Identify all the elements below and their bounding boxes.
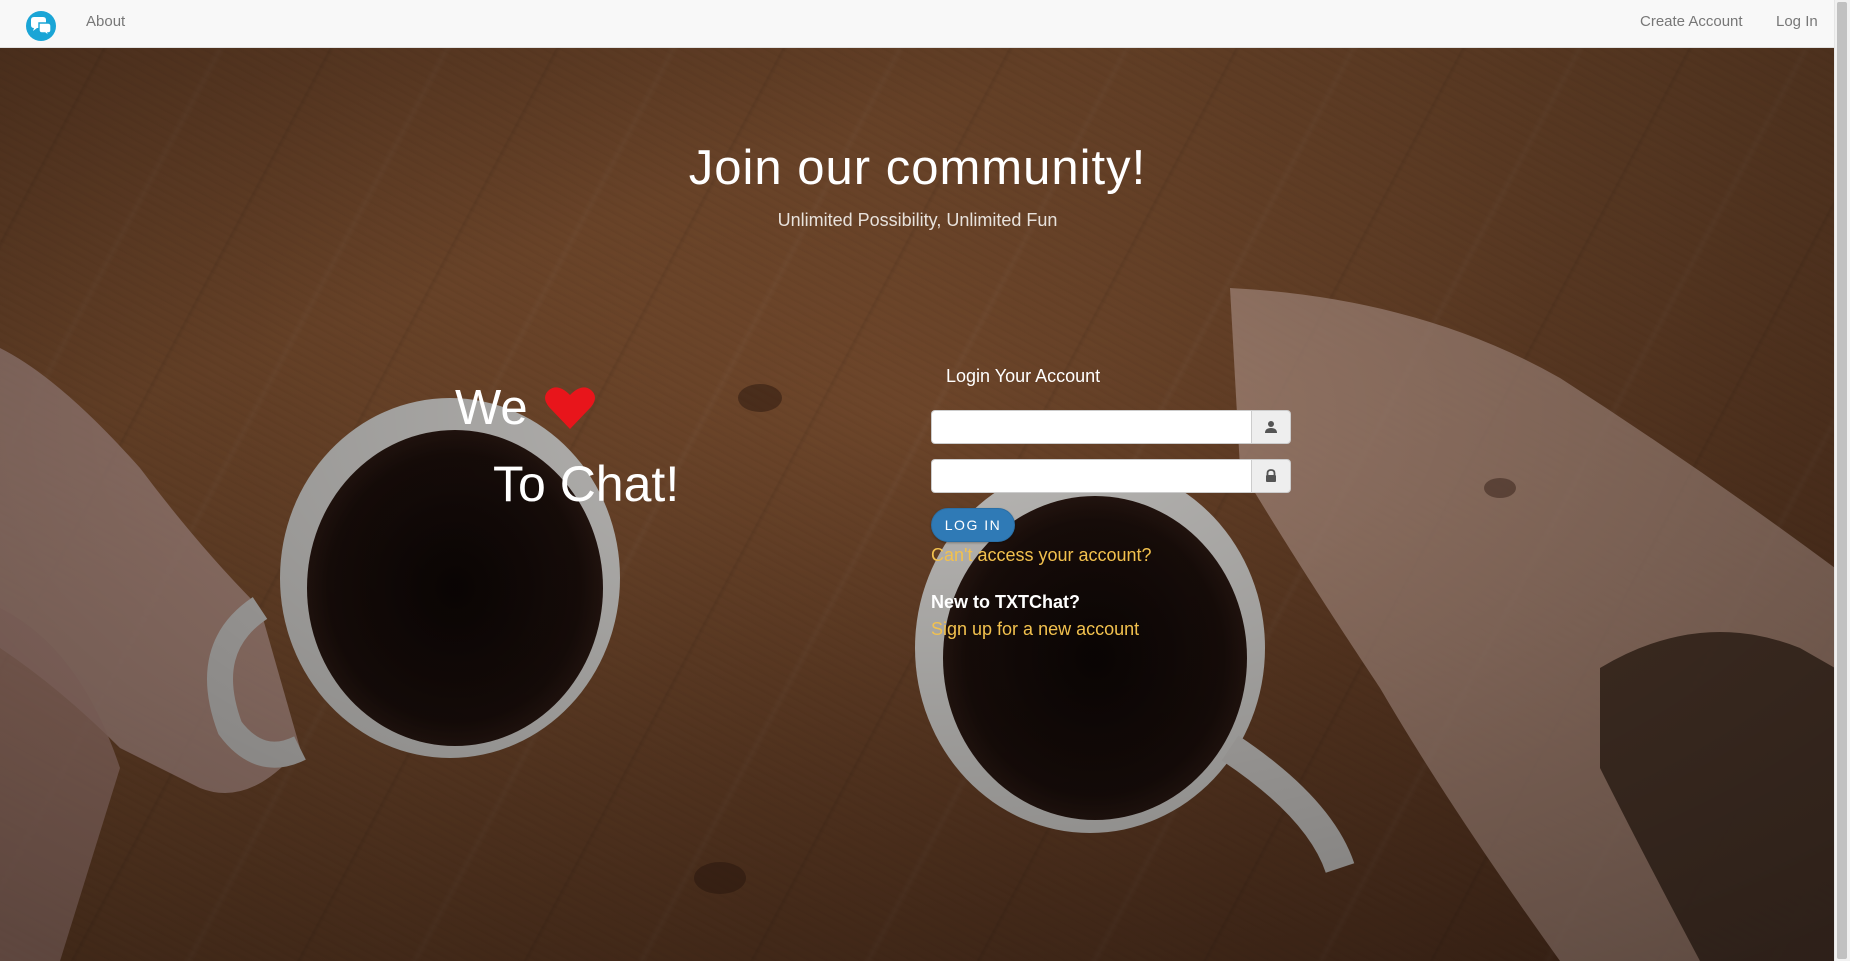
- forgot-account-link[interactable]: Can't access your account?: [931, 545, 1152, 566]
- password-input[interactable]: [931, 459, 1251, 493]
- heart-icon: [544, 385, 596, 431]
- lock-icon: [1251, 459, 1291, 493]
- username-input[interactable]: [931, 410, 1251, 444]
- new-user-heading: New to TXTChat?: [931, 592, 1080, 612]
- hero-title: Join our community!: [688, 141, 1147, 195]
- nav-create-account-link[interactable]: Create Account: [1640, 0, 1743, 44]
- tagline-to-chat: To Chat!: [493, 456, 680, 512]
- nav-login-link[interactable]: Log In: [1776, 0, 1818, 44]
- tagline-we: We: [455, 380, 596, 436]
- hero-subtitle: Unlimited Possibility, Unlimited Fun: [777, 210, 1058, 230]
- login-button[interactable]: Log in: [931, 508, 1015, 542]
- page-scrollbar[interactable]: [1834, 0, 1850, 961]
- password-group: [931, 459, 1291, 493]
- login-heading: Login Your Account: [946, 366, 1101, 386]
- tagline-we-text: We: [455, 381, 528, 435]
- top-navbar: About Create Account Log In: [0, 0, 1835, 48]
- signup-link[interactable]: Sign up for a new account: [931, 619, 1139, 640]
- username-group: [931, 410, 1291, 444]
- user-icon: [1251, 410, 1291, 444]
- nav-about-link[interactable]: About: [86, 0, 125, 44]
- scrollbar-thumb[interactable]: [1837, 2, 1847, 959]
- chat-bubbles-icon[interactable]: [25, 10, 57, 42]
